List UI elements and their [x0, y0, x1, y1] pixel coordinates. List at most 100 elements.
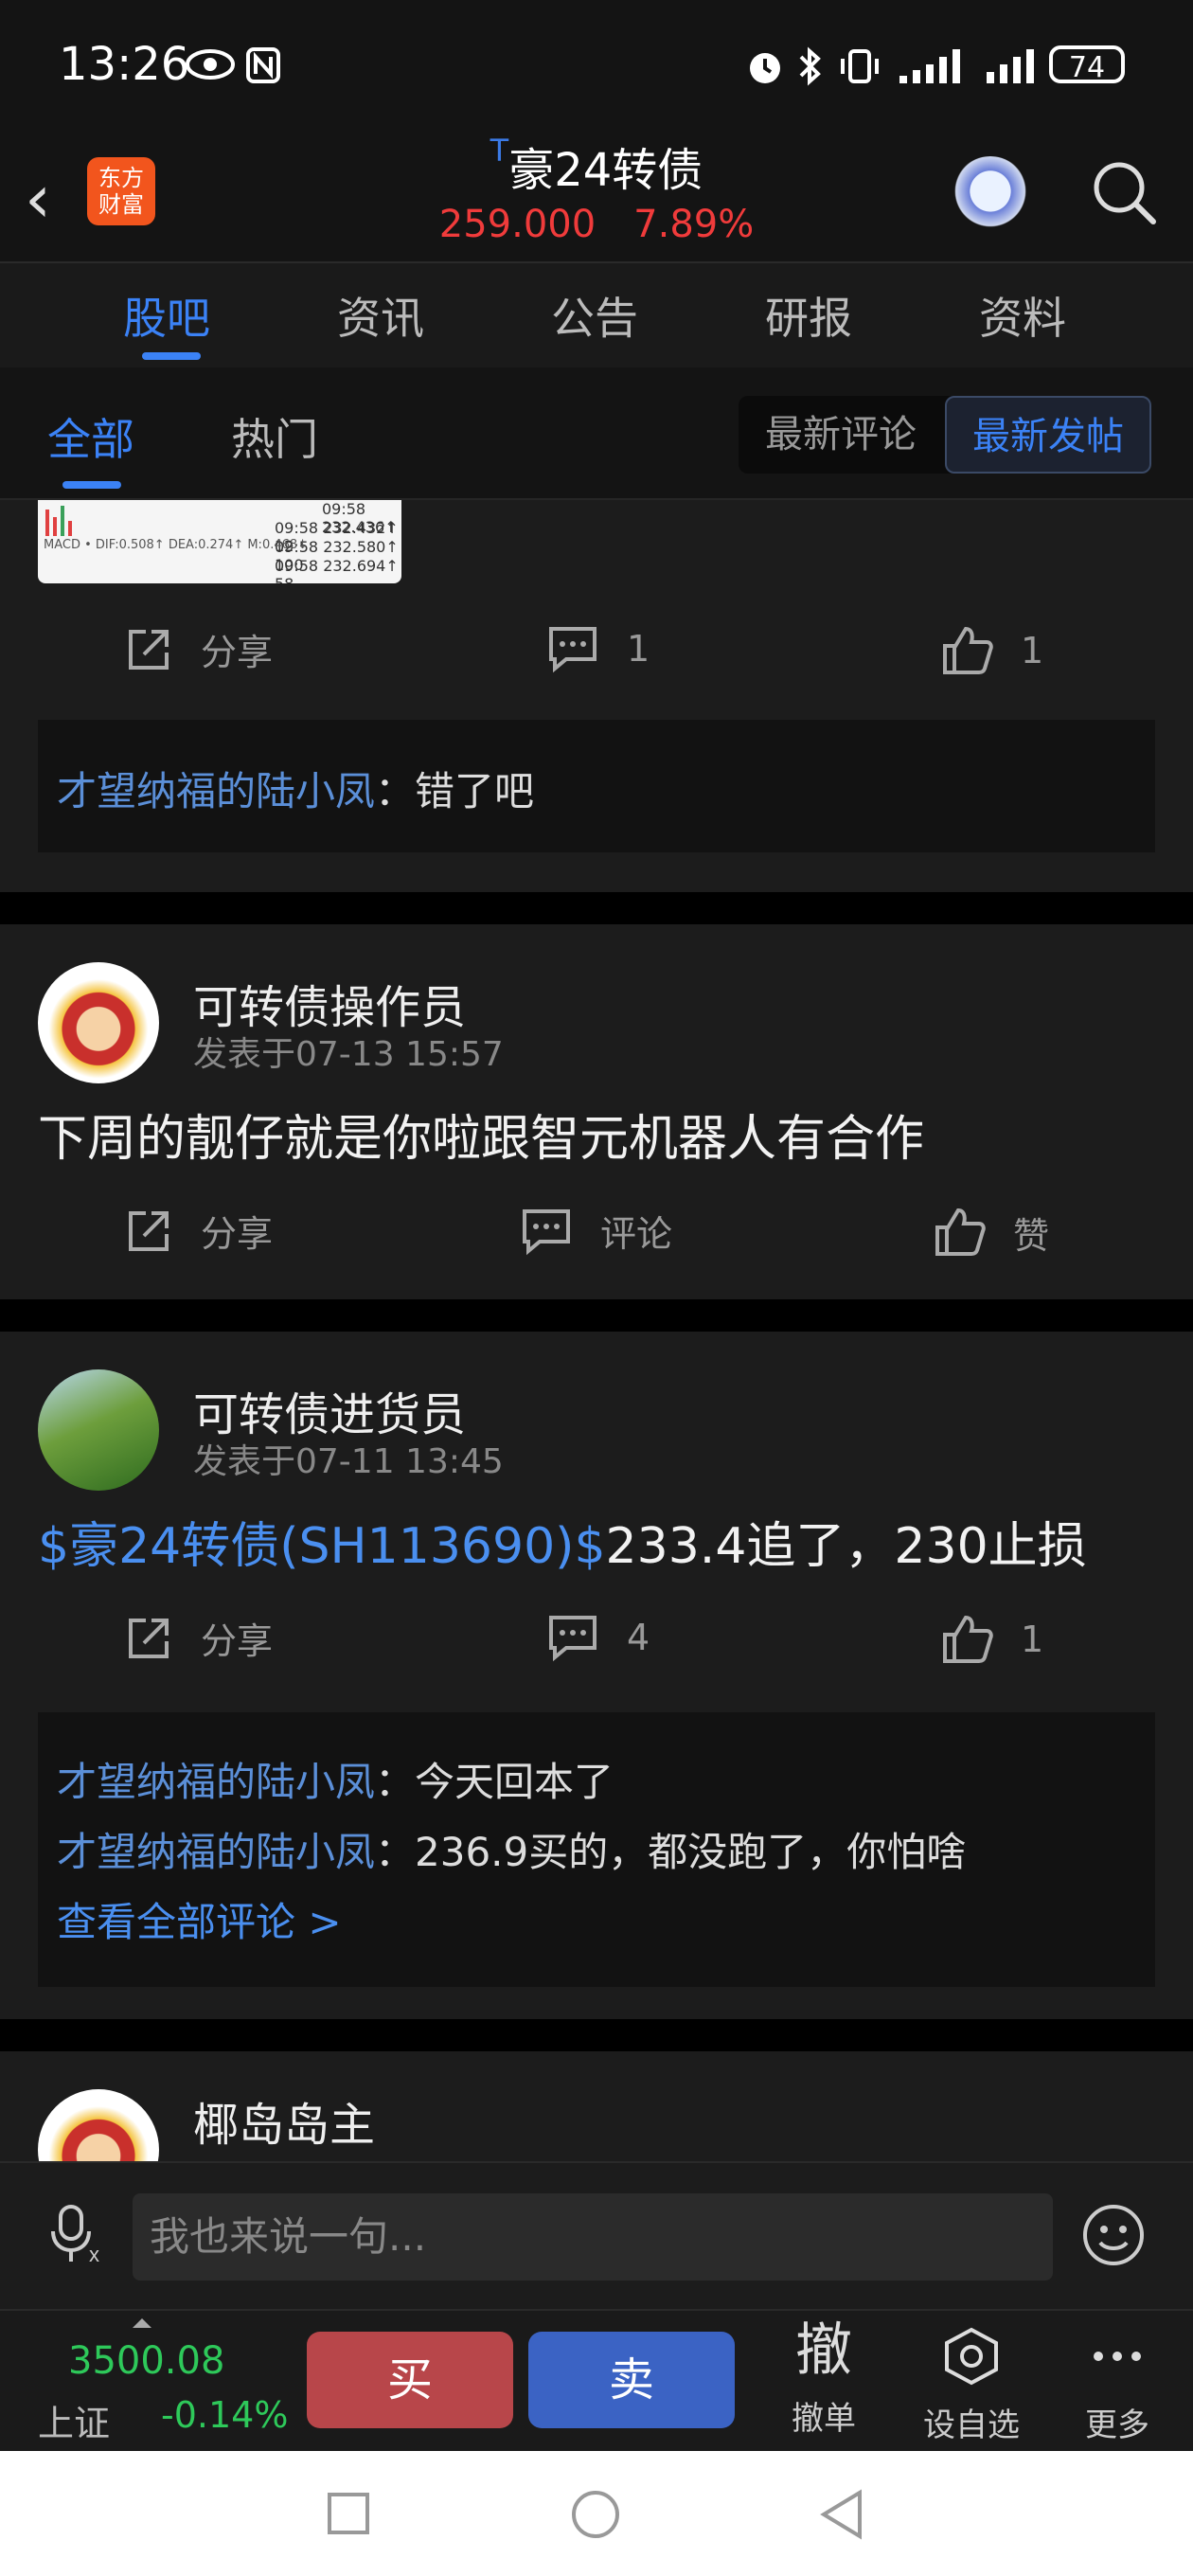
post-body: 233.4追了，230止损: [605, 1518, 1087, 1575]
comment-input[interactable]: 我也来说一句...: [133, 2193, 1053, 2281]
chevron-up-icon[interactable]: [131, 2317, 153, 2330]
signal-1-icon: [899, 49, 960, 83]
share-button[interactable]: 分享: [123, 1612, 273, 1664]
voice-input-icon[interactable]: x: [47, 2203, 110, 2265]
avatar[interactable]: [38, 1369, 159, 1491]
thumbs-up-icon: [943, 1615, 993, 1663]
comment-text: ：236.9买的，都没跑了，你怕啥: [375, 1829, 967, 1875]
like-label: 赞: [1013, 1214, 1050, 1257]
card-separator: [0, 892, 1193, 924]
share-label: 分享: [201, 1213, 274, 1255]
share-icon: [129, 629, 169, 670]
tab-profile[interactable]: 资料: [979, 284, 1066, 347]
comment-count: 4: [627, 1617, 650, 1658]
more-dots-icon: [1094, 2352, 1141, 2361]
cancel-icon: 撤: [795, 2317, 852, 2384]
share-button[interactable]: 分享: [123, 1205, 273, 1257]
nfc-icon: [246, 47, 280, 83]
share-button[interactable]: 分享: [123, 623, 273, 675]
status-time: 13:26: [59, 38, 190, 91]
index-name: 上证: [38, 2403, 111, 2444]
post-text[interactable]: $豪24转债(SH113690)$233.4追了，230止损: [38, 1506, 1087, 1577]
cancel-order-button[interactable]: 撤 撤单: [776, 2322, 871, 2439]
add-watchlist-button[interactable]: 设自选: [915, 2326, 1028, 2445]
share-icon: [129, 1210, 169, 1251]
stock-price: 259.000: [438, 203, 596, 246]
tab-indicator: [142, 352, 201, 360]
post-text[interactable]: 下周的靓仔就是你啦跟智元机器人有合作: [38, 1099, 924, 1170]
comment-button[interactable]: 1: [545, 623, 650, 674]
stock-change: 7.89%: [633, 203, 755, 246]
avatar[interactable]: [38, 2089, 159, 2161]
stock-link[interactable]: $豪24转债(SH113690)$: [38, 1518, 606, 1575]
index-value[interactable]: 3500.08: [68, 2339, 224, 2383]
emoji-icon[interactable]: [1081, 2203, 1146, 2267]
comment-user[interactable]: 才望纳福的陆小凤: [57, 768, 375, 814]
comment-icon: [549, 627, 596, 673]
vibrate-icon: [841, 49, 879, 83]
post-time: 发表于07-13 15:57: [193, 1035, 504, 1074]
share-label: 分享: [201, 632, 274, 673]
post-card[interactable]: 椰岛岛主: [0, 2051, 1193, 2161]
comment-count: 1: [627, 628, 650, 670]
comment-text: ：错了吧: [375, 768, 535, 814]
tab-research[interactable]: 研报: [765, 284, 852, 347]
sell-button[interactable]: 卖: [528, 2332, 735, 2428]
more-button[interactable]: 更多: [1070, 2326, 1165, 2445]
like-count: 1: [1021, 630, 1044, 671]
post-feed: 09:58 232.436↑ 09:58 232.432↑ 12 09:58 2…: [0, 500, 1193, 2161]
post-card[interactable]: 可转债操作员 发表于07-13 15:57 下周的靓仔就是你啦跟智元机器人有合作…: [0, 924, 1193, 1299]
sort-latest-post[interactable]: 最新发帖: [945, 396, 1151, 474]
comment-text: ：今天回本了: [375, 1759, 614, 1805]
comment-button[interactable]: 4: [545, 1612, 650, 1663]
tab-guba[interactable]: 股吧: [123, 284, 210, 347]
chart-thumbnail[interactable]: 09:58 232.436↑ 09:58 232.432↑ 12 09:58 2…: [38, 500, 401, 583]
post-card[interactable]: 可转债进货员 发表于07-11 13:45 $豪24转债(SH113690)$2…: [0, 1332, 1193, 2019]
share-label: 分享: [201, 1620, 274, 1662]
comment-button[interactable]: 评论: [519, 1205, 672, 1257]
tab-news[interactable]: 资讯: [337, 284, 424, 347]
comment-preview[interactable]: 才望纳福的陆小凤：今天回本了 才望纳福的陆小凤：236.9买的，都没跑了，你怕啥…: [38, 1712, 1155, 1987]
like-button[interactable]: 赞: [932, 1205, 1049, 1260]
view-all-comments-link[interactable]: 查看全部评论 >: [57, 1890, 342, 1948]
recent-apps-icon[interactable]: [326, 2491, 371, 2536]
tab-announcements[interactable]: 公告: [551, 284, 638, 347]
back-nav-icon[interactable]: [818, 2489, 865, 2540]
like-button[interactable]: 1: [939, 1612, 1043, 1667]
comment-preview[interactable]: 才望纳福的陆小凤：错了吧: [38, 720, 1155, 852]
more-label: 更多: [1085, 2406, 1149, 2444]
hexagon-icon: [945, 2327, 998, 2386]
comment-icon: [549, 1616, 596, 1662]
thumb-line: 09:58 232.694↑ 58: [275, 557, 399, 583]
like-count: 1: [1021, 1619, 1044, 1660]
thumbs-up-icon: [935, 1208, 986, 1256]
filter-all[interactable]: 全部: [47, 405, 134, 468]
comment-user[interactable]: 才望纳福的陆小凤: [57, 1759, 375, 1805]
eye-icon: [186, 49, 235, 80]
search-icon[interactable]: [1089, 157, 1157, 225]
comment-line: 才望纳福的陆小凤：236.9买的，都没跑了，你怕啥: [57, 1820, 966, 1878]
avatar[interactable]: [38, 962, 159, 1083]
cancel-order-label: 撤单: [792, 2400, 856, 2438]
comment-line: 才望纳福的陆小凤：今天回本了: [57, 1750, 614, 1808]
trading-mark: T: [490, 133, 509, 169]
signal-2-icon: [987, 49, 1034, 83]
comment-line: 才望纳福的陆小凤：错了吧: [57, 760, 534, 817]
robot-assistant-icon[interactable]: [952, 156, 1029, 234]
filter-indicator: [62, 481, 121, 489]
sort-latest-comment[interactable]: 最新评论: [740, 396, 941, 474]
like-button[interactable]: 1: [939, 623, 1043, 678]
post-author[interactable]: 椰岛岛主: [193, 2087, 375, 2154]
post-card: 09:58 232.436↑ 09:58 232.432↑ 12 09:58 2…: [0, 500, 1193, 892]
macd-bars-icon: [45, 506, 72, 536]
svg-text:x: x: [89, 2243, 99, 2265]
card-separator: [0, 1299, 1193, 1332]
alarm-icon: [750, 53, 780, 83]
home-icon[interactable]: [570, 2489, 621, 2540]
add-watchlist-label: 设自选: [923, 2406, 1020, 2444]
buy-button[interactable]: 买: [307, 2332, 513, 2428]
share-icon: [129, 1618, 169, 1658]
bluetooth-icon: [799, 46, 821, 86]
filter-hot[interactable]: 热门: [231, 405, 318, 468]
comment-user[interactable]: 才望纳福的陆小凤: [57, 1829, 375, 1875]
